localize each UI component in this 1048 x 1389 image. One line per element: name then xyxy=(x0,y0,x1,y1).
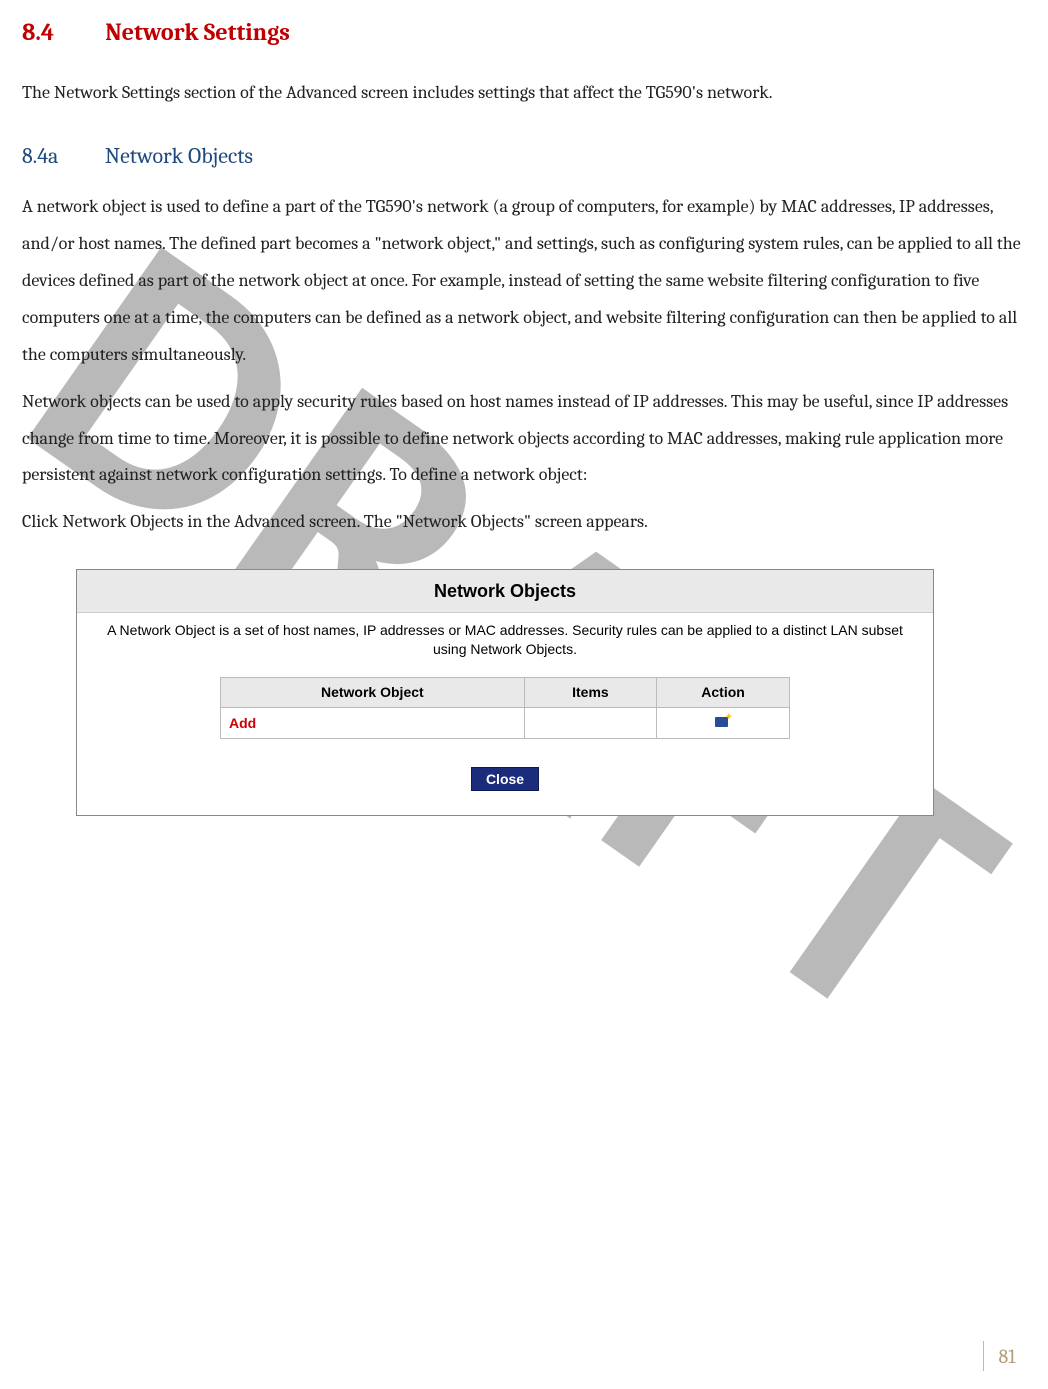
subsection-title: Network Objects xyxy=(105,143,253,169)
network-objects-table: Network Object Items Action Add xyxy=(220,677,790,739)
column-header-action: Action xyxy=(657,678,790,708)
close-button[interactable]: Close xyxy=(471,767,539,791)
network-objects-figure: Network Objects A Network Object is a se… xyxy=(76,569,1026,816)
section-intro-paragraph: The Network Settings section of the Adva… xyxy=(22,75,1026,112)
column-header-items: Items xyxy=(524,678,656,708)
add-link[interactable]: Add xyxy=(229,715,256,731)
section-number: 8.4 xyxy=(22,8,100,57)
body-paragraph-1: A network object is used to define a par… xyxy=(22,189,1026,373)
subsection-number: 8.4a xyxy=(22,134,100,179)
column-header-object: Network Object xyxy=(221,678,525,708)
section-heading: 8.4 Network Settings xyxy=(22,8,1026,57)
panel-button-row: Close xyxy=(77,757,933,815)
panel-title: Network Objects xyxy=(77,570,933,613)
items-cell-empty xyxy=(524,708,656,739)
table-header-row: Network Object Items Action xyxy=(221,678,790,708)
body-paragraph-3: Click Network Objects in the Advanced sc… xyxy=(22,504,1026,541)
panel-description: A Network Object is a set of host names,… xyxy=(77,613,933,677)
network-objects-panel: Network Objects A Network Object is a se… xyxy=(76,569,934,816)
page-number: 81 xyxy=(983,1341,1030,1371)
section-title: Network Settings xyxy=(105,18,290,46)
table-row-add: Add xyxy=(221,708,790,739)
subsection-heading: 8.4a Network Objects xyxy=(22,134,1026,179)
add-icon[interactable] xyxy=(715,714,731,728)
body-paragraph-2: Network objects can be used to apply sec… xyxy=(22,384,1026,495)
